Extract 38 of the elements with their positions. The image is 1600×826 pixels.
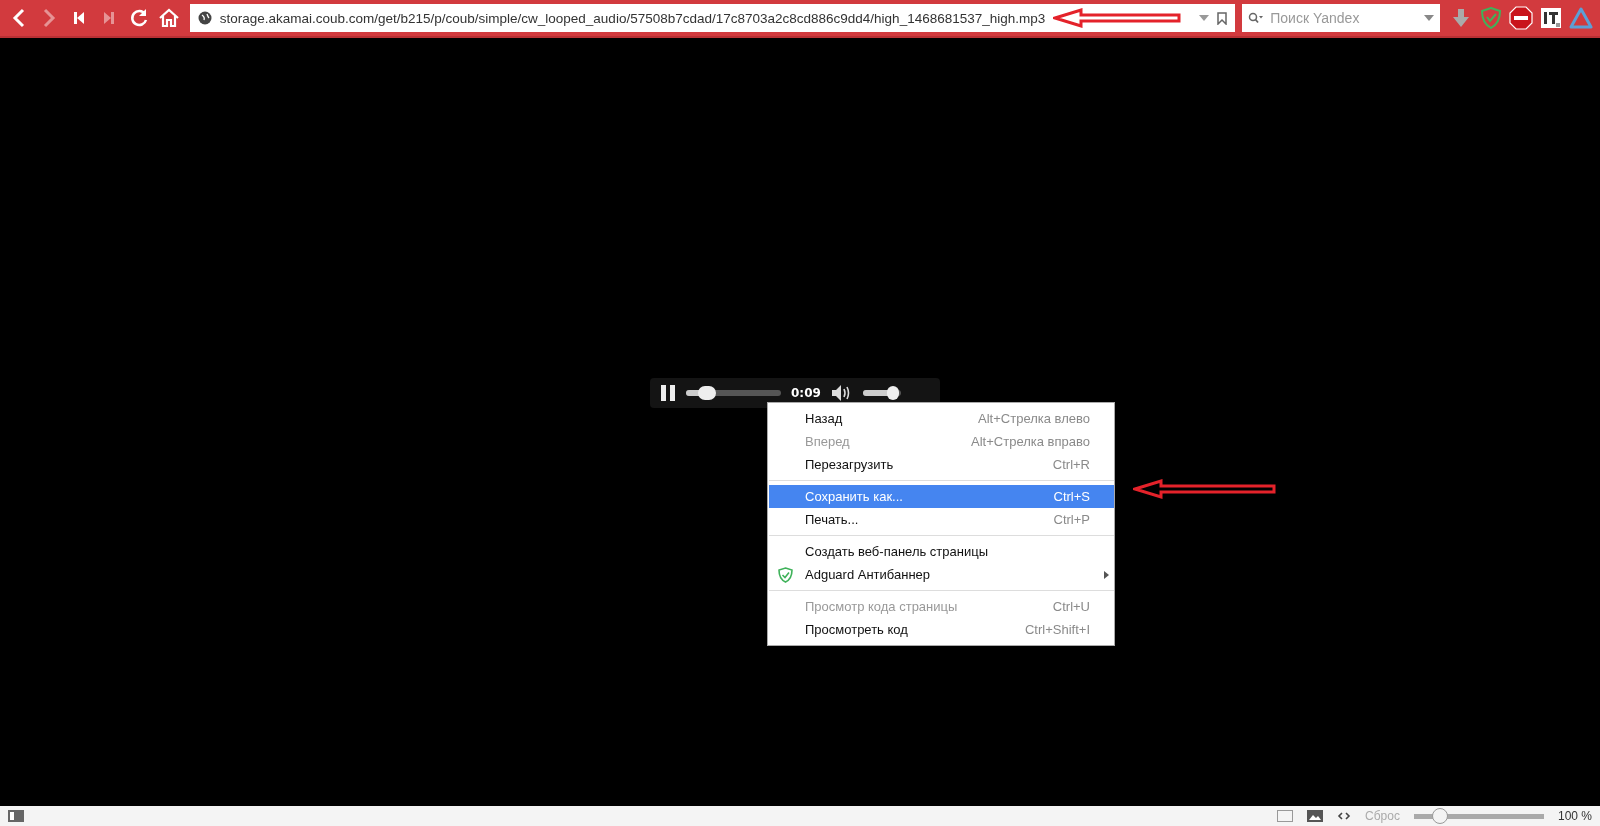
address-field[interactable]: storage.akamai.coub.com/get/b215/p/coub/simple/cw_looped_audio/57508b7cdad/17c8703a2c8cd886c9dd4/high_1468681537_high.mp3 — [189, 4, 1236, 32]
reload-icon — [128, 8, 149, 28]
pause-icon[interactable] — [660, 384, 676, 402]
square-icon — [1540, 7, 1563, 29]
dropdown-icon[interactable] — [1424, 15, 1435, 21]
menu-item[interactable]: Просмотреть код Ctrl+Shift+I — [769, 618, 1114, 641]
adblock-button[interactable] — [1508, 3, 1535, 33]
home-icon — [157, 8, 180, 28]
zoom-level: 100 % — [1557, 809, 1592, 823]
shield-icon — [778, 566, 793, 583]
forward-icon — [41, 8, 56, 28]
menu-item[interactable]: Перезагрузить Ctrl+R — [769, 453, 1114, 476]
shield-icon — [1481, 7, 1502, 29]
down-arrow-icon — [1452, 8, 1471, 28]
rewind-icon — [72, 11, 85, 25]
image-icon[interactable] — [1307, 810, 1324, 822]
zoom-thumb[interactable] — [1431, 808, 1448, 824]
window-icon[interactable] — [1277, 810, 1294, 822]
menu-item[interactable]: Печать... Ctrl+P — [769, 508, 1114, 531]
panel-toggle-icon[interactable] — [8, 810, 24, 822]
url-text: storage.akamai.coub.com/get/b215/p/coub/simple/cw_looped_audio/57508b7cdad/17c8703a2c8cd886c9dd4/high_1468681537_high.mp3 — [219, 10, 1046, 26]
menu-item[interactable]: Назад Alt+Стрелка влево — [769, 407, 1114, 430]
fast-forward-icon — [102, 11, 115, 25]
progress-thumb[interactable] — [697, 386, 716, 400]
search-placeholder: Поиск Yandex — [1270, 10, 1361, 26]
back-icon — [11, 8, 26, 28]
bookmark-icon[interactable] — [1217, 11, 1228, 25]
menu-item[interactable]: Сохранить как... Ctrl+S — [769, 485, 1114, 508]
globe-icon — [197, 11, 212, 25]
submenu-arrow-icon — [1104, 570, 1109, 579]
menu-item[interactable]: Adguard Антибаннер — [769, 563, 1114, 586]
stop-sign-icon — [1509, 6, 1534, 30]
search-icon — [1248, 12, 1265, 24]
menu-item[interactable]: Создать веб-панель страницы — [769, 540, 1114, 563]
volume-thumb[interactable] — [887, 386, 900, 400]
dropdown-icon[interactable] — [1199, 15, 1210, 21]
code-icon[interactable] — [1337, 811, 1352, 821]
playback-time: 0:09 — [791, 386, 821, 400]
